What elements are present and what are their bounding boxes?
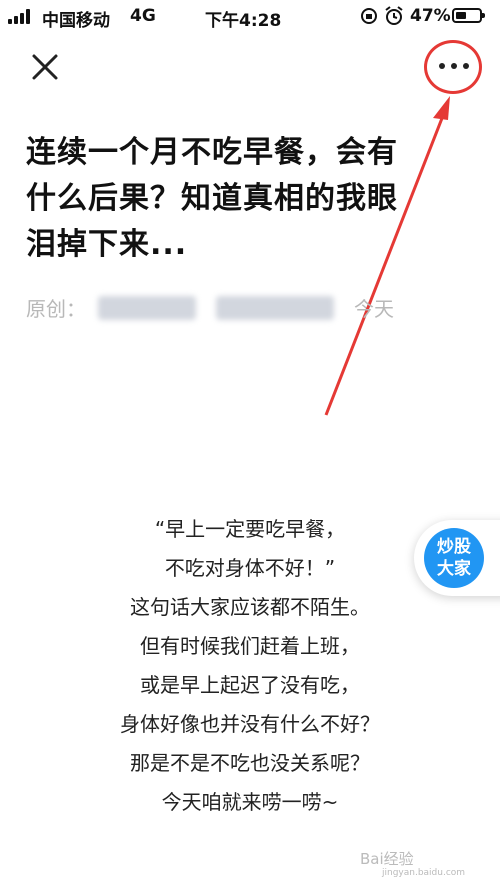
baidu-watermark: Bai经验 jingyan.baidu.com bbox=[360, 850, 466, 878]
body-line: 身体好像也并没有什么不好？ bbox=[120, 712, 380, 736]
lock-rotation-icon bbox=[361, 8, 377, 24]
close-icon bbox=[32, 54, 58, 80]
carrier-name: 中国移动 bbox=[42, 11, 110, 31]
more-options-button[interactable] bbox=[428, 46, 480, 86]
close-button[interactable] bbox=[28, 50, 62, 84]
network-type: 4G bbox=[130, 6, 156, 26]
author-name-blurred[interactable] bbox=[98, 296, 196, 320]
account-name-blurred[interactable] bbox=[216, 296, 334, 320]
status-time: 下午4:28 bbox=[205, 11, 282, 31]
more-dots-icon bbox=[439, 63, 445, 69]
title-line: 泪掉下来... bbox=[26, 227, 188, 262]
status-icons bbox=[360, 6, 404, 26]
meta-date: 今天 bbox=[354, 297, 394, 321]
body-line: 但有时候我们赶着上班， bbox=[140, 634, 360, 658]
signal-strength-icon bbox=[8, 8, 36, 24]
body-line: 今天咱就来唠一唠~ bbox=[161, 790, 339, 814]
status-bar: 中国移动 4G 下午4:28 47% bbox=[0, 0, 500, 34]
body-line: 或是早上起迟了没有吃， bbox=[140, 673, 360, 697]
badge-text: 大家 bbox=[437, 559, 471, 579]
title-line: 什么后果？知道真相的我眼 bbox=[26, 181, 398, 216]
floating-app-badge[interactable]: 炒股 大家 bbox=[414, 520, 500, 596]
battery-percent: 47% bbox=[410, 6, 451, 26]
title-line: 连续一个月不吃早餐，会有 bbox=[26, 135, 398, 170]
alarm-icon bbox=[385, 6, 403, 25]
body-line: 那是不是不吃也没关系呢？ bbox=[130, 751, 370, 775]
meta-original-label: 原创： bbox=[26, 297, 86, 321]
battery-icon bbox=[452, 8, 485, 23]
body-line: 这句话大家应该都不陌生。 bbox=[130, 595, 370, 619]
badge-text: 炒股 bbox=[437, 537, 471, 557]
article-title: 连续一个月不吃早餐，会有 什么后果？知道真相的我眼 泪掉下来... bbox=[26, 130, 466, 268]
badge-logo: 炒股 大家 bbox=[424, 528, 484, 588]
